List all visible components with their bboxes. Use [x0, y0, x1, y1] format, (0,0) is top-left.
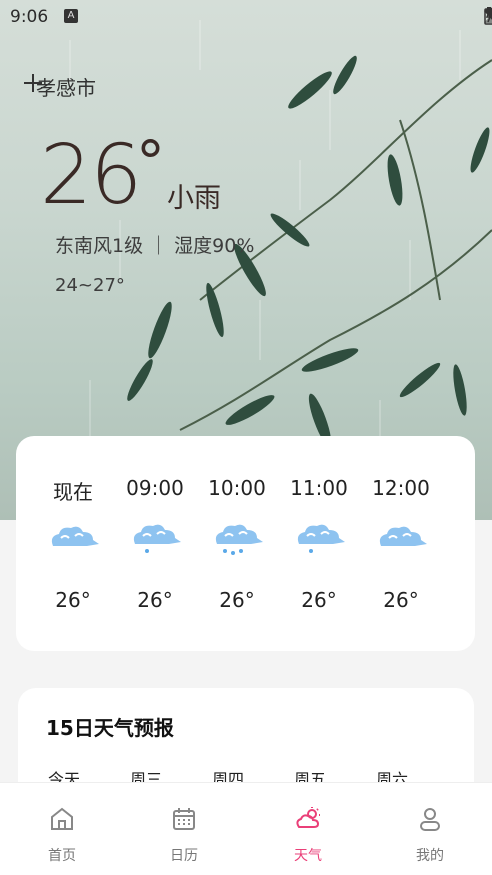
status-bar: 9:06 A — [0, 0, 492, 34]
cloud-light-rain-icon — [297, 524, 345, 553]
notification-a-icon: A — [64, 9, 78, 23]
hour-temperature: 26° — [137, 588, 173, 612]
cloud-rain-icon — [215, 524, 263, 555]
hour-label: 11:00 — [290, 476, 348, 500]
calendar-icon — [173, 808, 195, 830]
status-time: 9:06 — [10, 7, 49, 27]
nav-calendar-label: 日历 — [170, 848, 198, 864]
nav-home-label: 首页 — [48, 848, 76, 864]
forecast-title: 15日天气预报 — [46, 716, 174, 740]
weather-icon — [296, 807, 320, 828]
hour-temperature: 26° — [55, 588, 91, 612]
nav-profile-label: 我的 — [416, 848, 444, 864]
cloud-light-rain-icon — [133, 524, 181, 553]
nav-weather[interactable]: 天气 — [268, 805, 348, 865]
temperature-range: 24~27° — [55, 275, 125, 296]
current-temperature: 26 — [40, 128, 142, 223]
hour-temperature: 26° — [219, 588, 255, 612]
profile-icon — [420, 808, 440, 831]
hour-temperature: 26° — [383, 588, 419, 612]
cloud-icon — [379, 526, 427, 546]
city-header: 孝感市 — [22, 72, 96, 101]
hour-label: 09:00 — [126, 476, 184, 500]
bottom-navigation: 首页 日历 天气 我的 — [0, 782, 492, 875]
nav-home[interactable]: 首页 — [22, 805, 102, 865]
hour-label: 现在 — [53, 480, 93, 504]
wind-humidity: 东南风1级 ｜ 湿度90% — [55, 235, 255, 257]
nav-weather-label: 天气 — [294, 848, 322, 864]
hour-label: 10:00 — [208, 476, 266, 500]
city-name[interactable]: 孝感市 — [36, 72, 96, 101]
degree-symbol: ° — [136, 128, 165, 196]
nav-calendar[interactable]: 日历 — [144, 805, 224, 865]
cloud-icon — [51, 526, 99, 546]
nav-profile[interactable]: 我的 — [390, 805, 470, 865]
hourly-forecast-card: 现在 26° 09:00 26° 10:00 26° 11:00 26° 12:… — [16, 436, 475, 651]
hour-temperature: 26° — [301, 588, 337, 612]
home-icon — [51, 807, 73, 830]
weather-condition: 小雨 — [167, 183, 221, 214]
plus-icon — [24, 74, 42, 92]
hour-label: 12:00 — [372, 476, 430, 500]
battery-icon — [484, 7, 492, 25]
